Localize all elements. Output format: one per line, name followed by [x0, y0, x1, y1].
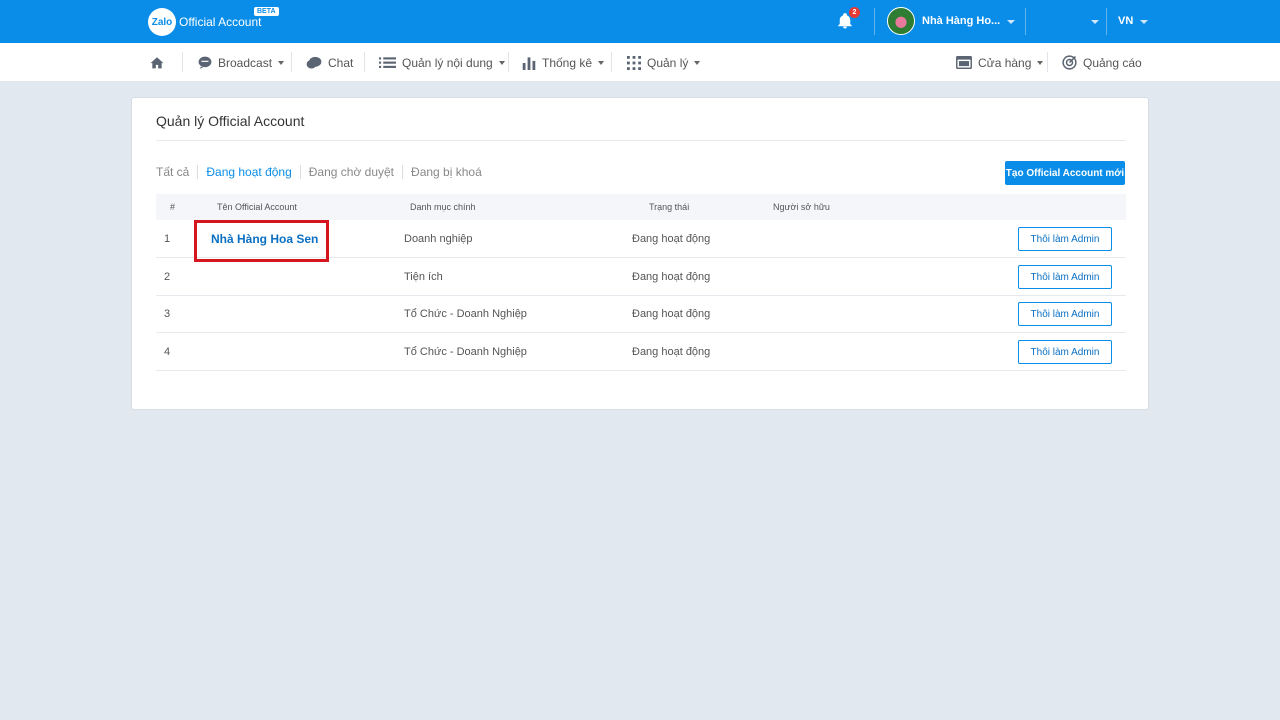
column-header-category: Danh mục chính [410, 202, 476, 212]
row-status: Đang hoạt động [632, 233, 711, 245]
language-selector[interactable]: VN [1118, 15, 1133, 27]
zalo-oa-logo[interactable]: Zalo Official Account BETA [148, 7, 279, 36]
status-tabs: Tất cả Đang hoạt động Đang chờ duyệt Đan… [156, 165, 490, 179]
chevron-down-icon[interactable] [1140, 20, 1148, 24]
chevron-down-icon [694, 60, 701, 65]
row-status: Đang hoạt động [632, 271, 711, 283]
top-bar: Zalo Official Account BETA 2 Nhà Hàng Ho… [0, 0, 1280, 43]
chevron-down-icon [278, 60, 285, 65]
row-index: 1 [164, 233, 171, 245]
leave-admin-button[interactable]: Thôi làm Admin [1018, 340, 1112, 364]
row-category: Tổ Chức - Doanh Nghiệp [404, 346, 527, 358]
column-header-name: Tên Official Account [217, 202, 297, 212]
nav-store[interactable]: Cửa hàng [956, 43, 1044, 82]
nav-statistics[interactable]: Thống kê [522, 43, 605, 82]
leave-admin-button[interactable]: Thôi làm Admin [1018, 302, 1112, 326]
grid-icon [627, 55, 641, 70]
nav-separator [611, 52, 612, 72]
nav-separator [291, 52, 292, 72]
table-row: 3 Tổ Chức - Doanh Nghiệp Đang hoạt động … [156, 295, 1126, 333]
row-index: 3 [164, 308, 171, 320]
nav-separator [364, 52, 365, 72]
logo-text: Official Account [179, 15, 262, 29]
chevron-down-icon [598, 60, 605, 65]
row-index: 4 [164, 346, 171, 358]
table-row: 1 Nhà Hàng Hoa Sen Doanh nghiệp Đang hoạ… [156, 220, 1126, 262]
nav-statistics-label: Thống kê [542, 55, 593, 70]
nav-ads-label: Quảng cáo [1083, 55, 1142, 70]
oa-management-card: Quản lý Official Account Tất cả Đang hoạ… [131, 97, 1149, 410]
tab-locked[interactable]: Đang bị khoá [402, 165, 490, 179]
page-title: Quản lý Official Account [156, 113, 305, 129]
nav-separator [508, 52, 509, 72]
list-icon [379, 56, 396, 68]
beta-badge: BETA [254, 7, 279, 16]
highlight-box [194, 220, 329, 262]
table-header: # Tên Official Account Danh mục chính Tr… [156, 194, 1126, 220]
row-status: Đang hoạt động [632, 346, 711, 358]
create-oa-button[interactable]: Tạo Official Account mới [1005, 161, 1125, 185]
chevron-down-icon[interactable] [1091, 20, 1099, 24]
nav-content-management[interactable]: Quản lý nội dung [379, 43, 505, 82]
tab-active[interactable]: Đang hoạt động [197, 165, 299, 179]
row-category: Tổ Chức - Doanh Nghiệp [404, 308, 527, 320]
nav-separator [182, 52, 183, 72]
nav-broadcast-label: Broadcast [218, 55, 273, 70]
ads-icon [1062, 55, 1077, 70]
column-header-status: Trạng thái [649, 202, 690, 212]
divider [874, 8, 875, 35]
notification-count-badge: 2 [849, 7, 860, 18]
tab-pending[interactable]: Đang chờ duyệt [299, 165, 402, 179]
column-header-index: # [170, 202, 176, 212]
nav-management-label: Quản lý [647, 55, 689, 70]
table-row: 4 Tổ Chức - Doanh Nghiệp Đang hoạt động … [156, 333, 1126, 371]
account-name[interactable]: Nhà Hàng Ho... [922, 15, 1000, 27]
nav-chat-label: Chat [328, 55, 354, 70]
bar-chart-icon [522, 56, 536, 70]
chevron-down-icon [498, 60, 505, 65]
home-icon [150, 57, 164, 69]
divider [156, 140, 1126, 141]
column-header-owner: Người sở hữu [773, 202, 830, 212]
chat-icon [306, 56, 322, 69]
avatar[interactable] [887, 7, 915, 35]
nav-ads[interactable]: Quảng cáo [1062, 43, 1142, 82]
nav-chat[interactable]: Chat [306, 43, 353, 82]
zalo-logo-icon: Zalo [148, 8, 176, 36]
nav-home[interactable] [150, 43, 170, 82]
leave-admin-button[interactable]: Thôi làm Admin [1018, 265, 1112, 289]
broadcast-icon [198, 56, 212, 69]
nav-content-label: Quản lý nội dung [402, 55, 493, 70]
store-icon [956, 56, 972, 69]
row-status: Đang hoạt động [632, 308, 711, 320]
leave-admin-button[interactable]: Thôi làm Admin [1018, 227, 1112, 251]
nav-separator [1047, 52, 1048, 72]
nav-broadcast[interactable]: Broadcast [198, 43, 285, 82]
divider [1106, 8, 1107, 35]
nav-management[interactable]: Quản lý [627, 43, 701, 82]
table-row: 2 Tiện ích Đang hoạt động Thôi làm Admin [156, 258, 1126, 296]
row-category: Tiện ích [404, 271, 443, 283]
row-index: 2 [164, 271, 171, 283]
chevron-down-icon [1037, 60, 1044, 65]
nav-store-label: Cửa hàng [978, 55, 1032, 70]
divider [1025, 8, 1026, 35]
chevron-down-icon[interactable] [1007, 20, 1015, 24]
row-category: Doanh nghiệp [404, 233, 473, 245]
tab-all[interactable]: Tất cả [156, 165, 197, 179]
